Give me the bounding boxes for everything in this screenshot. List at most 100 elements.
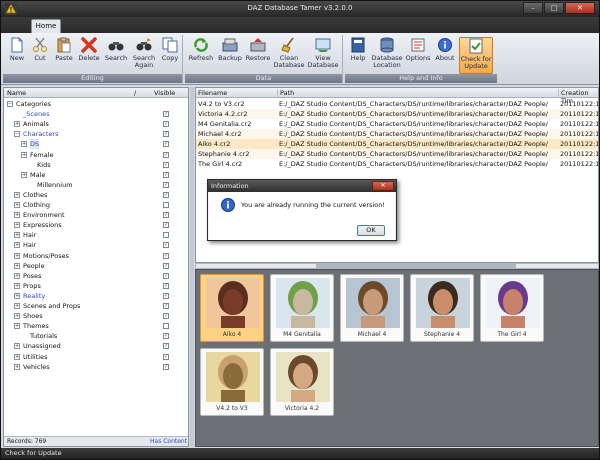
visible-checkbox[interactable]: ✓ — [163, 222, 169, 229]
thumbnail-card[interactable]: M4 Genitalia — [270, 274, 334, 342]
tree-item[interactable]: + Hair ✓ — [4, 240, 188, 250]
file-row[interactable]: Aiko 4.cr2 E:/_DAZ Studio Content/DS_Char… — [196, 139, 598, 149]
expand-icon[interactable]: + — [14, 121, 20, 128]
restore-button[interactable]: Restore — [245, 37, 271, 74]
close-button[interactable]: ✕ — [565, 2, 595, 14]
visible-checkbox[interactable]: ✓ — [163, 191, 169, 198]
thumbnail-card[interactable]: V4.2 to V3 — [200, 348, 264, 416]
tree-item[interactable]: + Themes — [4, 321, 188, 331]
file-row[interactable]: The Girl 4.cr2 E:/_DAZ Studio Content/DS_… — [196, 159, 598, 169]
tree-item[interactable]: + Expressions ✓ — [4, 220, 188, 230]
expand-icon[interactable]: + — [14, 282, 20, 289]
tree-item[interactable]: + Unassigned ✓ — [4, 341, 188, 351]
tree-item[interactable]: − Categories — [4, 99, 188, 109]
expand-icon[interactable]: + — [14, 313, 20, 320]
file-row[interactable]: V4.2 to V3.cr2 E:/_DAZ Studio Content/DS_… — [196, 99, 598, 109]
delete-button[interactable]: Delete — [77, 37, 101, 74]
thumbnail-card[interactable]: Michael 4 — [340, 274, 404, 342]
expand-icon[interactable]: + — [14, 303, 20, 309]
search-again-button[interactable]: Search Again — [131, 37, 157, 74]
visible-checkbox[interactable]: ✓ — [163, 212, 169, 219]
tree-item[interactable]: + DS ✓ — [4, 139, 188, 150]
visible-checkbox[interactable]: ✓ — [163, 313, 169, 320]
minimize-button[interactable]: – — [523, 2, 543, 14]
visible-checkbox[interactable]: ✓ — [163, 242, 169, 249]
expand-icon[interactable]: + — [14, 272, 20, 279]
visible-checkbox[interactable]: ✓ — [163, 282, 169, 289]
tree-header-name[interactable]: Name — [7, 89, 26, 97]
thumbnail-card[interactable]: Victoria 4.2 — [270, 348, 334, 416]
tree-item[interactable]: + Animals ✓ — [4, 119, 188, 129]
check-for-update-button[interactable]: Check for Update — [459, 37, 493, 74]
tree-item[interactable]: + Male ✓ — [4, 170, 188, 180]
tab-home[interactable]: Home — [31, 19, 61, 33]
tree-item[interactable]: + Environment ✓ — [4, 210, 188, 220]
maximize-button[interactable]: □ — [544, 2, 564, 14]
thumbnail-card[interactable]: Stephanie 4 — [410, 274, 474, 342]
expand-icon[interactable]: + — [14, 353, 20, 360]
visible-checkbox[interactable]: ✓ — [163, 262, 169, 269]
search-button[interactable]: Search — [103, 37, 129, 74]
visible-checkbox[interactable]: ✓ — [163, 121, 169, 128]
view-database-button[interactable]: View Database — [307, 37, 339, 74]
visible-checkbox[interactable] — [163, 323, 169, 330]
tree-item[interactable]: + Motions/Poses ✓ — [4, 251, 188, 261]
tree-header-visible[interactable]: Visible — [154, 89, 175, 97]
expand-icon[interactable]: + — [14, 212, 20, 219]
refresh-button[interactable]: Refresh — [187, 37, 215, 74]
tree-item[interactable]: + Props ✓ — [4, 281, 188, 291]
visible-checkbox[interactable]: ✓ — [163, 272, 169, 279]
cut-button[interactable]: Cut — [29, 37, 51, 74]
tree-item[interactable]: Kids ✓ — [4, 160, 188, 170]
visible-checkbox[interactable]: ✓ — [163, 131, 169, 138]
expand-icon[interactable]: + — [14, 323, 20, 330]
file-row[interactable]: Michael 4.cr2 E:/_DAZ Studio Content/DS_C… — [196, 129, 598, 139]
col-filename[interactable]: Filename — [196, 89, 276, 98]
expand-icon[interactable]: + — [14, 292, 20, 299]
expand-icon[interactable]: + — [14, 252, 20, 259]
visible-checkbox[interactable]: ✓ — [163, 252, 169, 259]
expand-icon[interactable]: + — [21, 171, 27, 178]
visible-checkbox[interactable]: ✓ — [163, 353, 169, 360]
tree-item[interactable]: _Scenes ✓ — [4, 109, 188, 119]
tree-item[interactable]: Millennium ✓ — [4, 180, 188, 190]
expand-icon[interactable]: + — [14, 262, 20, 269]
tree-item[interactable]: + Poses ✓ — [4, 271, 188, 281]
copy-button[interactable]: Copy — [159, 37, 181, 74]
visible-checkbox[interactable]: ✓ — [163, 292, 169, 299]
expand-icon[interactable]: + — [14, 363, 20, 370]
tree-item[interactable]: Tutorials ✓ — [4, 331, 188, 341]
expand-icon[interactable]: + — [14, 232, 20, 239]
tree-item[interactable]: + Clothing — [4, 200, 188, 210]
visible-checkbox[interactable]: ✓ — [163, 333, 169, 340]
expand-icon[interactable]: + — [14, 202, 20, 208]
collapse-icon[interactable]: − — [7, 101, 13, 107]
visible-checkbox[interactable]: ✓ — [163, 141, 169, 148]
file-row[interactable]: Victoria 4.2.cr2 E:/_DAZ Studio Content/D… — [196, 109, 598, 119]
thumbnail-card[interactable]: The Girl 4 — [480, 274, 544, 342]
tree-item[interactable]: + Scenes and Props ✓ — [4, 301, 188, 311]
visible-checkbox[interactable]: ✓ — [163, 151, 169, 158]
file-row[interactable]: M4 Genitalia.cr2 E:/_DAZ Studio Content/D… — [196, 119, 598, 129]
dialog-close-button[interactable]: ✕ — [372, 181, 394, 191]
visible-checkbox[interactable] — [163, 202, 169, 208]
collapse-icon[interactable]: − — [14, 131, 20, 138]
tree-item[interactable]: + Reality ✓ — [4, 291, 188, 301]
new-button[interactable]: New — [7, 37, 27, 74]
visible-checkbox[interactable] — [163, 232, 169, 239]
dialog-ok-button[interactable]: OK — [357, 225, 385, 236]
visible-checkbox[interactable]: ✓ — [163, 111, 169, 118]
thumbnail-card[interactable]: Aiko 4 — [200, 274, 264, 342]
paste-button[interactable]: Paste — [53, 37, 75, 74]
tree-item[interactable]: + Hair — [4, 230, 188, 240]
expand-icon[interactable]: + — [14, 222, 20, 229]
database-location-button[interactable]: Database Location — [371, 37, 403, 74]
expand-icon[interactable]: + — [21, 141, 27, 148]
backup-button[interactable]: Backup — [217, 37, 243, 74]
tree-item[interactable]: − Characters ✓ — [4, 129, 188, 139]
scrollbar-thumb[interactable] — [316, 264, 516, 268]
clean-database-button[interactable]: Clean Database — [273, 37, 305, 74]
visible-checkbox[interactable]: ✓ — [163, 303, 169, 309]
visible-checkbox[interactable]: ✓ — [163, 161, 169, 168]
expand-icon[interactable]: + — [14, 343, 20, 350]
